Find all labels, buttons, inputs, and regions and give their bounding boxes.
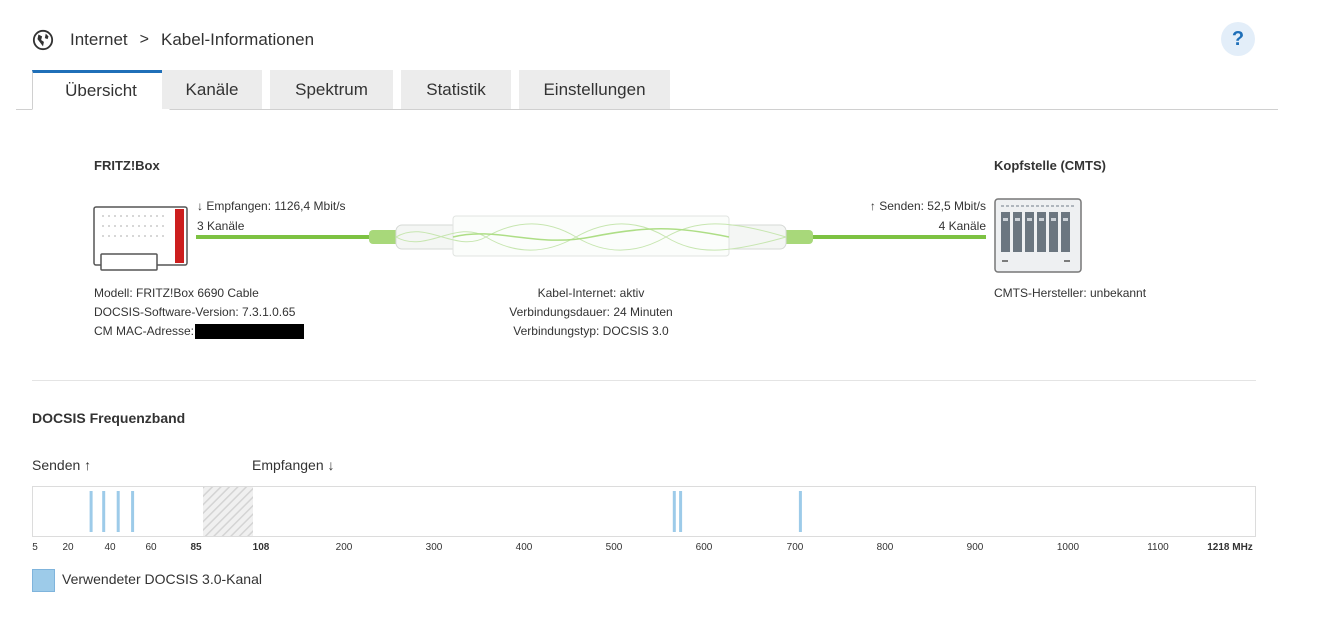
send-label: Senden ↑ [32,457,92,473]
frequency-tick: 200 [335,542,353,553]
channel-bar [102,491,106,532]
upstream-rate: ↑ Senden: 52,5 Mbit/s [869,199,986,213]
frequency-tick: 40 [104,542,116,553]
breadcrumb: Internet > Kabel-Informationen [32,27,314,53]
guard-band [203,487,253,536]
cmts-device-icon [994,198,1082,273]
frequency-tick: 1000 [1056,542,1080,553]
receive-label: Empfangen ↓ [252,457,335,473]
frequency-tick: 300 [425,542,443,553]
frequency-band-svg [89,487,802,536]
tab-kanaele[interactable]: Kanäle [162,70,262,109]
tab-einstellungen[interactable]: Einstellungen [519,70,670,109]
frequency-band-chart [32,486,1256,537]
frequency-tick: 108 [252,542,270,553]
channel-bar [116,491,120,532]
channel-bar [798,491,802,532]
downstream-rate: ↓ Empfangen: 1126,4 Mbit/s [197,199,346,213]
channel-bar [89,491,93,532]
connection-type: Verbindungstyp: DOCSIS 3.0 [513,324,669,338]
frequency-tick: 800 [876,542,894,553]
cmts-vendor: CMTS-Hersteller: unbekannt [994,286,1147,300]
help-button[interactable]: ? [1221,22,1255,56]
frequency-tick: 60 [145,542,157,553]
frequency-tick: 1218 MHz [1207,542,1253,553]
frequency-tick: 1100 [1147,542,1169,553]
downstream-channels: 3 Kanäle [197,219,245,233]
page-title: Kabel-Informationen [161,30,315,49]
tab-statistik[interactable]: Statistik [401,70,511,109]
connection-duration: Verbindungsdauer: 24 Minuten [509,305,673,319]
connection-status: Kabel-Internet: aktiv [537,286,645,300]
channel-bar [679,491,683,532]
fritzbox-device-icon [93,206,188,271]
fritzbox-title: FRITZ!Box [94,158,160,173]
frequency-tick: 85 [190,542,202,553]
channel-bar [672,491,676,532]
frequency-tick: 400 [515,542,533,553]
legend-label: Verwendeter DOCSIS 3.0-Kanal [62,571,262,587]
tab-bar: Übersicht Kanäle Spektrum Statistik Eins… [16,70,1278,110]
frequency-band-title: DOCSIS Frequenzband [32,410,186,426]
redacted-mac-address [195,324,305,340]
cm-mac-label: CM MAC-Adresse: [94,324,195,338]
breadcrumb-internet[interactable]: Internet [70,30,128,50]
tab-uebersicht[interactable]: Übersicht [32,70,170,110]
frequency-tick: 500 [605,542,623,553]
globe-icon [32,29,54,51]
frequency-tick: 700 [786,542,804,553]
model-info: Modell: FRITZ!Box 6690 Cable [94,286,259,300]
chevron-right-icon: > [139,31,149,48]
tab-spektrum[interactable]: Spektrum [270,70,393,109]
section-divider [32,380,1256,381]
cmts-title: Kopfstelle (CMTS) [994,158,1106,173]
cm-mac-info: CM MAC-Adresse: [94,324,305,340]
legend-swatch [32,569,55,592]
frequency-tick: 20 [62,542,74,553]
frequency-tick: 900 [966,542,984,553]
docsis-version-info: DOCSIS-Software-Version: 7.3.1.0.65 [94,305,296,319]
frequency-tick: 5 [32,542,38,553]
upstream-channels: 4 Kanäle [938,219,986,233]
frequency-tick: 600 [695,542,713,553]
channel-bar [131,491,135,532]
